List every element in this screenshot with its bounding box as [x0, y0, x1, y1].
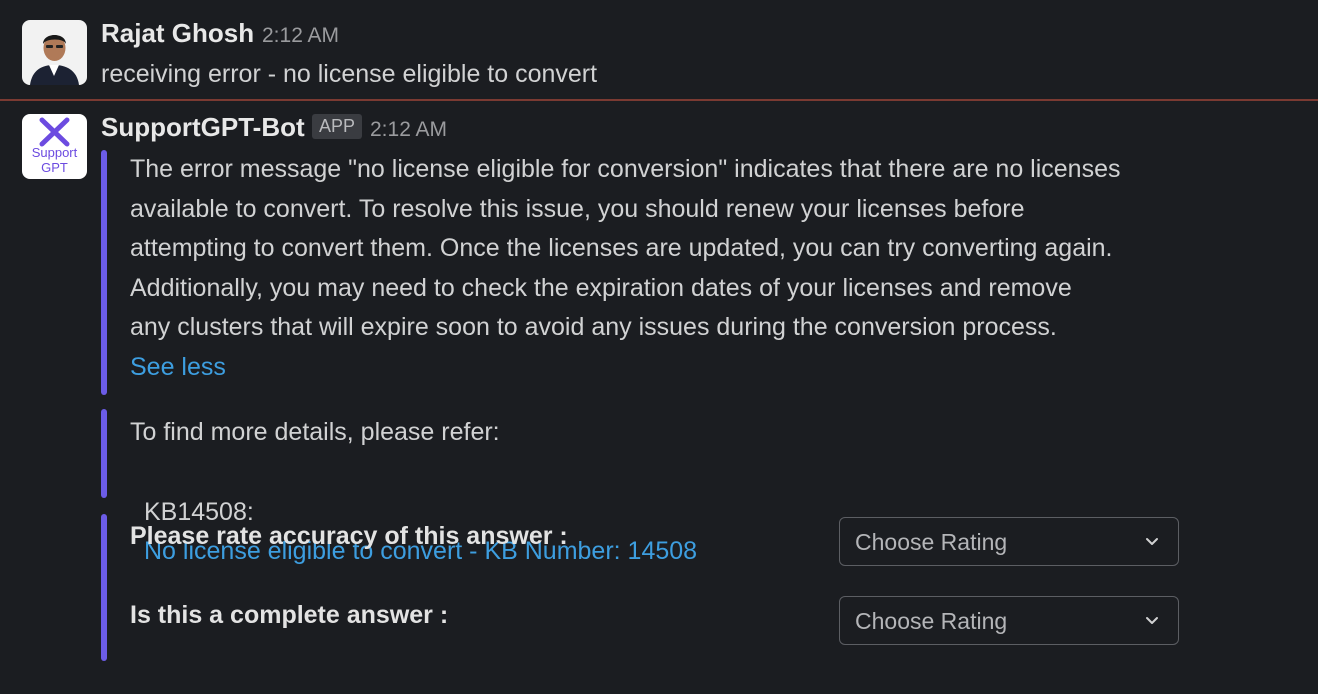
accuracy-rating-select[interactable]: Choose Rating: [839, 517, 1179, 566]
answer-text: The error message "no license eligible f…: [130, 155, 1121, 342]
message-timestamp[interactable]: 2:12 AM: [262, 24, 339, 48]
rating-block-bar: [101, 514, 107, 661]
logo-text-support: Support: [31, 145, 78, 160]
refer-text: To find more details, please refer:: [130, 418, 500, 446]
author-name[interactable]: Rajat Ghosh: [101, 18, 254, 49]
answer-block-bar: [101, 150, 107, 395]
chevron-down-icon: [1146, 538, 1158, 545]
complete-answer-label: Is this a complete answer :: [130, 601, 449, 629]
user-avatar[interactable]: [22, 20, 87, 85]
see-less-link[interactable]: See less: [130, 348, 226, 388]
accuracy-rating-value: Choose Rating: [855, 529, 1008, 555]
kb-line: KB14508: No license eligible to convert …: [144, 453, 697, 572]
bot-avatar[interactable]: Support GPT: [22, 114, 87, 179]
message-text: receiving error - no license eligible to…: [101, 60, 598, 88]
bot-timestamp[interactable]: 2:12 AM: [370, 118, 447, 142]
complete-rating-value: Choose Rating: [855, 608, 1008, 634]
reference-block-bar: [101, 409, 107, 498]
new-messages-divider: [0, 99, 1318, 101]
app-badge: APP: [312, 114, 363, 139]
bot-name[interactable]: SupportGPT-Bot: [101, 112, 305, 143]
logo-text-gpt: GPT: [41, 160, 68, 175]
complete-rating-select[interactable]: Choose Rating: [839, 596, 1179, 645]
chevron-down-icon: [1146, 617, 1158, 624]
rate-accuracy-label: Please rate accuracy of this answer :: [130, 522, 568, 550]
